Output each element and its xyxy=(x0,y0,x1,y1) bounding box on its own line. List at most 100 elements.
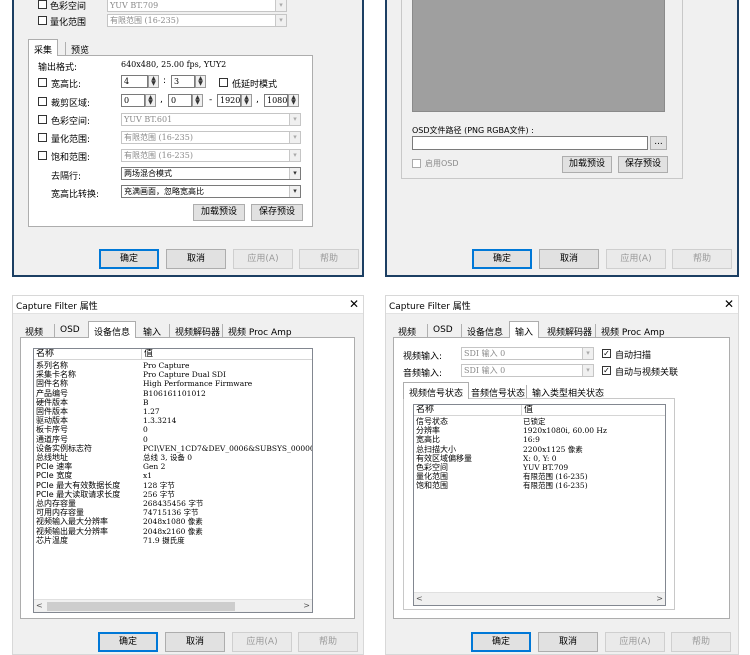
ok-button[interactable]: 确定 xyxy=(98,632,158,652)
table-row[interactable]: PCIe 速率 Gen 2 xyxy=(34,462,312,471)
ok-button[interactable]: 确定 xyxy=(471,632,531,652)
quant-top-select[interactable]: 有限范围 (16-235) ▾ xyxy=(107,14,287,27)
osd-save-preset-button[interactable]: 保存预设 xyxy=(618,156,668,173)
scroll-right-icon[interactable]: > xyxy=(303,600,310,612)
horizontal-scrollbar[interactable]: < > xyxy=(414,592,665,605)
subtab-input-type[interactable]: 输入类型相关状态 xyxy=(526,385,609,399)
tab-device-info[interactable]: 设备信息 xyxy=(88,321,137,338)
quant-checkbox[interactable] xyxy=(38,133,47,142)
crop-right-input[interactable]: 1920 xyxy=(217,94,241,107)
signal-status-list[interactable]: 名称 值 信号状态 已锁定 分辨率 1920x1080i, 60.00 Hz 宽高比 16… xyxy=(413,404,666,606)
aspect-checkbox[interactable] xyxy=(38,78,47,87)
cancel-button[interactable]: 取消 xyxy=(538,632,598,652)
window-titlebar[interactable]: Capture Filter 属性 ✕ xyxy=(386,296,738,314)
sat-select[interactable]: 有限范围 (16-235) ▾ xyxy=(121,149,301,162)
tab-capture[interactable]: 采集 xyxy=(28,39,59,56)
deint-select[interactable]: 两场混合模式 ▾ xyxy=(121,167,301,180)
table-row[interactable]: 分辨率 1920x1080i, 60.00 Hz xyxy=(414,426,665,435)
aspect-width-spinner[interactable]: ▲ ▼ xyxy=(148,75,159,88)
crop-bottom-input[interactable]: 1080 xyxy=(264,94,288,107)
close-icon[interactable]: ✕ xyxy=(349,297,359,311)
crop-right-spinner[interactable]: ▲ ▼ xyxy=(241,94,252,107)
load-preset-button[interactable]: 加载预设 xyxy=(193,204,245,221)
table-row[interactable]: PCIe 最大读取请求长度 256 字节 xyxy=(34,490,312,499)
table-row[interactable]: 信号状态 已锁定 xyxy=(414,417,665,426)
aspect-height-input[interactable]: 3 xyxy=(171,75,195,88)
sat-checkbox[interactable] xyxy=(38,151,47,160)
tab-video-decoder[interactable]: 视频解码器 xyxy=(542,324,597,338)
help-button[interactable]: 帮助 xyxy=(298,632,358,652)
table-row[interactable]: 总扫描大小 2200x1125 像素 xyxy=(414,445,665,454)
table-row[interactable]: 驱动版本 1.3.3214 xyxy=(34,416,312,425)
help-button[interactable]: 帮助 xyxy=(299,249,359,269)
tab-video-decoder[interactable]: 视频解码器 xyxy=(169,324,225,338)
osd-load-preset-button[interactable]: 加载预设 xyxy=(562,156,612,173)
ok-button[interactable]: 确定 xyxy=(472,249,532,269)
browse-button[interactable]: ... xyxy=(650,136,667,150)
crop-checkbox[interactable] xyxy=(38,97,47,106)
arconv-select[interactable]: 充满画面，忽略宽高比 ▾ xyxy=(121,185,301,198)
tab-device-info[interactable]: 设备信息 xyxy=(461,324,508,338)
tab-video[interactable]: 视频 xyxy=(393,324,421,338)
table-row[interactable]: 硬件版本 B xyxy=(34,398,312,407)
aspect-width-input[interactable]: 4 xyxy=(121,75,148,88)
colorspace-select[interactable]: YUV BT.601 ▾ xyxy=(121,113,301,126)
table-row[interactable]: 设备实例标志符 PCI\VEN_1CD7&DEV_0006&SUBSYS_0000… xyxy=(34,444,312,453)
table-row[interactable]: 可用内存容量 74715136 字节 xyxy=(34,508,312,517)
window-titlebar[interactable]: Capture Filter 属性 ✕ xyxy=(13,296,363,314)
colorspace-top-checkbox[interactable] xyxy=(38,0,47,9)
tab-input[interactable]: 输入 xyxy=(138,324,166,338)
table-row[interactable]: PCIe 最大有效数据长度 128 字节 xyxy=(34,481,312,490)
horizontal-scrollbar[interactable]: < > xyxy=(34,599,312,612)
table-row[interactable]: 固件版本 1.27 xyxy=(34,407,312,416)
subtab-audio-signal[interactable]: 音频信号状态 xyxy=(466,385,530,399)
table-row[interactable]: 芯片温度 71.9 摄氏度 xyxy=(34,536,312,545)
tab-osd[interactable]: OSD xyxy=(427,324,458,338)
help-button[interactable]: 帮助 xyxy=(672,249,732,269)
scrollbar-thumb[interactable] xyxy=(47,602,235,611)
table-row[interactable]: 有效区域偏移量 X: 0, Y: 0 xyxy=(414,454,665,463)
table-row[interactable]: 固件名称 High Performance Firmware xyxy=(34,379,312,388)
crop-bottom-spinner[interactable]: ▲ ▼ xyxy=(288,94,299,107)
apply-button[interactable]: 应用(A) xyxy=(606,249,666,269)
table-row[interactable]: 视频输入最大分辨率 2048x1080 像素 xyxy=(34,517,312,526)
tab-video[interactable]: 视频 xyxy=(20,324,48,338)
colorspace-checkbox[interactable] xyxy=(38,115,47,124)
col-name-header[interactable]: 名称 xyxy=(416,405,434,415)
col-value-header[interactable]: 值 xyxy=(141,349,153,359)
auto-scan-checkbox[interactable]: ✓ xyxy=(602,349,611,358)
table-row[interactable]: 量化范围 有限范围 (16-235) xyxy=(414,472,665,481)
table-row[interactable]: 产品编号 B106161101012 xyxy=(34,389,312,398)
table-row[interactable]: 采集卡名称 Pro Capture Dual SDI xyxy=(34,370,312,379)
scroll-left-icon[interactable]: < xyxy=(36,600,43,612)
apply-button[interactable]: 应用(A) xyxy=(232,632,292,652)
low-latency-checkbox[interactable] xyxy=(219,78,228,87)
table-row[interactable]: 总内存容量 268435456 字节 xyxy=(34,499,312,508)
save-preset-button[interactable]: 保存预设 xyxy=(251,204,303,221)
table-row[interactable]: 系列名称 Pro Capture xyxy=(34,361,312,370)
col-name-header[interactable]: 名称 xyxy=(36,349,54,359)
crop-top-spinner[interactable]: ▲ ▼ xyxy=(192,94,203,107)
quant-top-checkbox[interactable] xyxy=(38,16,47,25)
tab-input[interactable]: 输入 xyxy=(509,321,540,338)
apply-button[interactable]: 应用(A) xyxy=(233,249,293,269)
device-info-list[interactable]: 名称 值 系列名称 Pro Capture 采集卡名称 Pro Capture Dua… xyxy=(33,348,313,613)
tab-preview[interactable]: 预览 xyxy=(65,42,94,56)
cancel-button[interactable]: 取消 xyxy=(539,249,599,269)
table-row[interactable]: 通道序号 0 xyxy=(34,435,312,444)
aspect-height-spinner[interactable]: ▲ ▼ xyxy=(195,75,206,88)
close-icon[interactable]: ✕ xyxy=(724,297,734,311)
help-button[interactable]: 帮助 xyxy=(671,632,731,652)
table-row[interactable]: 总线地址 总线 3, 设备 0 xyxy=(34,453,312,462)
colorspace-top-select[interactable]: YUV BT.709 ▾ xyxy=(107,0,287,12)
audio-follow-checkbox[interactable]: ✓ xyxy=(602,366,611,375)
crop-left-input[interactable]: 0 xyxy=(121,94,145,107)
crop-top-input[interactable]: 0 xyxy=(168,94,192,107)
table-row[interactable]: 宽高比 16:9 xyxy=(414,435,665,444)
subtab-video-signal[interactable]: 视频信号状态 xyxy=(403,382,470,399)
apply-button[interactable]: 应用(A) xyxy=(605,632,665,652)
table-row[interactable]: 板卡序号 0 xyxy=(34,425,312,434)
crop-left-spinner[interactable]: ▲ ▼ xyxy=(145,94,156,107)
scroll-right-icon[interactable]: > xyxy=(656,593,663,605)
table-row[interactable]: 饱和范围 有限范围 (16-235) xyxy=(414,481,665,490)
